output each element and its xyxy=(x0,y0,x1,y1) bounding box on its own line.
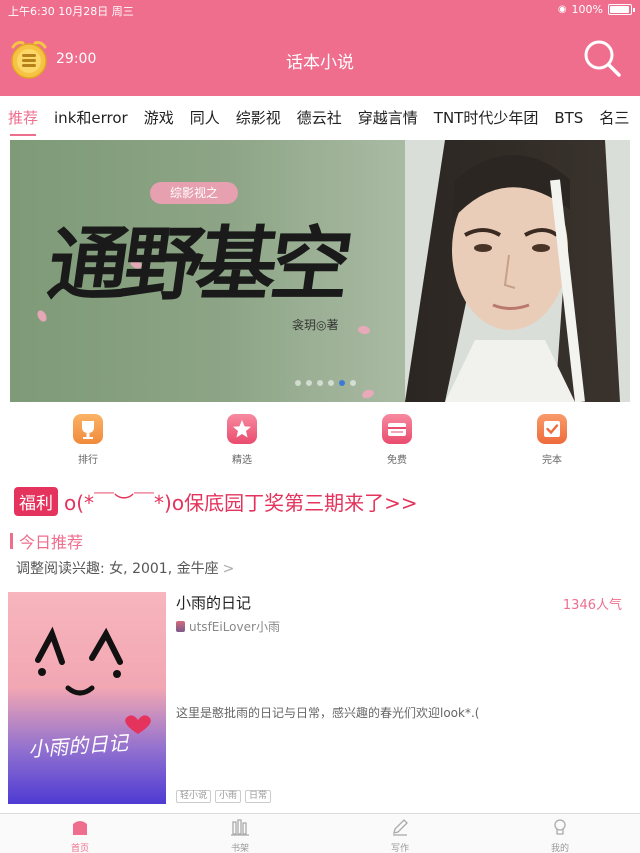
shortcut-label: 精选 xyxy=(232,455,252,466)
shortcut-completed[interactable]: 完本 xyxy=(512,414,592,466)
status-bar: 上午6:30 10月28日 周三 ◉ 100% xyxy=(0,0,640,20)
book-tag: 小雨 xyxy=(215,790,242,803)
tab-recommend[interactable]: 推荐 xyxy=(0,96,46,140)
reading-preference-link[interactable]: 调整阅读兴趣: 女, 2001, 金牛座 > xyxy=(16,558,234,578)
tab-games[interactable]: 游戏 xyxy=(136,96,182,140)
shortcut-featured[interactable]: 精选 xyxy=(202,414,282,466)
battery-icon xyxy=(608,4,635,15)
shortcut-free[interactable]: 免费 xyxy=(357,414,437,466)
bottom-tab-bar: 首页 书架 写作 我的 xyxy=(0,813,640,853)
promo-text: o(*￣︶￣*)o保底园丁奖第三期来了>> xyxy=(64,490,418,515)
tab-time-travel[interactable]: 穿越言情 xyxy=(350,96,426,140)
app-header: 上午6:30 10月28日 周三 ◉ 100% 29:00 话本小说 xyxy=(0,0,640,96)
book-card[interactable]: 小雨的日记 小雨的日记 1346人气 utsfEiLover小雨 这里是憨批雨的… xyxy=(8,592,632,804)
tabbar-label: 写作 xyxy=(390,844,409,853)
book-cover: 小雨的日记 xyxy=(8,592,166,804)
tabbar-bookshelf[interactable]: 书架 xyxy=(160,814,320,853)
book-description: 这里是憨批雨的日记与日常，感兴趣的春光们欢迎look*.( xyxy=(176,706,480,720)
section-accent-bar xyxy=(10,533,13,549)
tab-more[interactable]: 名三 xyxy=(591,96,637,140)
pager-dot[interactable] xyxy=(295,380,301,386)
tabbar-home[interactable]: 首页 xyxy=(0,814,160,853)
shortcut-label: 完本 xyxy=(542,455,562,466)
shortcut-label: 排行 xyxy=(78,455,98,466)
pager-dot-active[interactable] xyxy=(339,380,345,386)
pager-dot[interactable] xyxy=(306,380,312,386)
tab-film-tv[interactable]: 综影视 xyxy=(228,96,289,140)
check-icon xyxy=(537,414,567,444)
nav-bar: 29:00 话本小说 xyxy=(0,20,640,96)
banner-portrait xyxy=(405,140,630,402)
pager-dot[interactable] xyxy=(328,380,334,386)
bookshelf-icon xyxy=(231,819,249,836)
preference-text: 调整阅读兴趣: 女, 2001, 金牛座 xyxy=(16,561,219,577)
book-title: 小雨的日记 xyxy=(176,594,252,612)
tab-tnt[interactable]: TNT时代少年团 xyxy=(426,96,547,140)
pager-dot[interactable] xyxy=(350,380,356,386)
category-tabs: 推荐 ink和error 游戏 同人 综影视 德云社 穿越言情 TNT时代少年团… xyxy=(0,96,640,140)
tabbar-write[interactable]: 写作 xyxy=(320,814,480,853)
petal-decoration xyxy=(357,325,371,335)
author-avatar-icon xyxy=(176,621,185,632)
tab-bts[interactable]: BTS xyxy=(546,96,591,140)
shortcut-ranking[interactable]: 排行 xyxy=(48,414,128,466)
author-name: utsfEiLover小雨 xyxy=(189,620,280,634)
promo-badge: 福利 xyxy=(14,486,58,516)
banner-calligraphy-title: 通野基空 xyxy=(42,217,352,311)
tabbar-profile[interactable]: 我的 xyxy=(480,814,640,853)
wifi-icon: ◉ xyxy=(557,4,567,15)
banner-carousel[interactable]: 综影视之 通野基空 衾玥◎著 xyxy=(10,140,630,402)
section-header: 今日推荐 xyxy=(10,530,83,552)
tabbar-label: 我的 xyxy=(550,844,569,853)
shortcut-label: 免费 xyxy=(387,455,407,466)
book-author: utsfEiLover小雨 xyxy=(176,618,280,635)
tabbar-label: 书架 xyxy=(230,844,249,853)
search-icon[interactable] xyxy=(582,38,622,78)
section-title: 今日推荐 xyxy=(19,533,84,552)
free-icon xyxy=(382,414,412,444)
page-title: 话本小说 xyxy=(286,53,354,73)
book-tag: 轻小说 xyxy=(176,790,212,803)
tab-ink-error[interactable]: ink和error xyxy=(46,96,136,140)
status-time: 上午6:30 10月28日 周三 xyxy=(8,5,134,18)
shortcut-row: 排行 精选 免费 完本 xyxy=(0,414,640,470)
battery-percent: 100% xyxy=(571,3,603,16)
pager-dot[interactable] xyxy=(317,380,323,386)
book-tag: 日常 xyxy=(245,790,272,803)
star-icon xyxy=(227,414,257,444)
status-right: ◉ 100% xyxy=(557,3,635,16)
petal-decoration xyxy=(360,388,376,400)
tab-fanfic[interactable]: 同人 xyxy=(182,96,228,140)
profile-icon xyxy=(554,819,566,835)
tabbar-label: 首页 xyxy=(70,844,89,853)
banner-author: 衾玥◎著 xyxy=(292,318,339,332)
tab-deyunshe[interactable]: 德云社 xyxy=(289,96,350,140)
trophy-icon xyxy=(73,414,103,444)
promo-banner[interactable]: 福利 o(*￣︶￣*)o保底园丁奖第三期来了>> xyxy=(10,479,630,523)
carousel-pager xyxy=(295,380,356,386)
book-tags: 轻小说 小雨 日常 xyxy=(176,790,272,803)
book-popularity: 1346人气 xyxy=(562,598,622,613)
home-icon xyxy=(73,821,87,835)
cover-art xyxy=(35,626,151,734)
chevron-right-icon: > xyxy=(222,561,235,577)
pen-icon xyxy=(393,819,408,836)
